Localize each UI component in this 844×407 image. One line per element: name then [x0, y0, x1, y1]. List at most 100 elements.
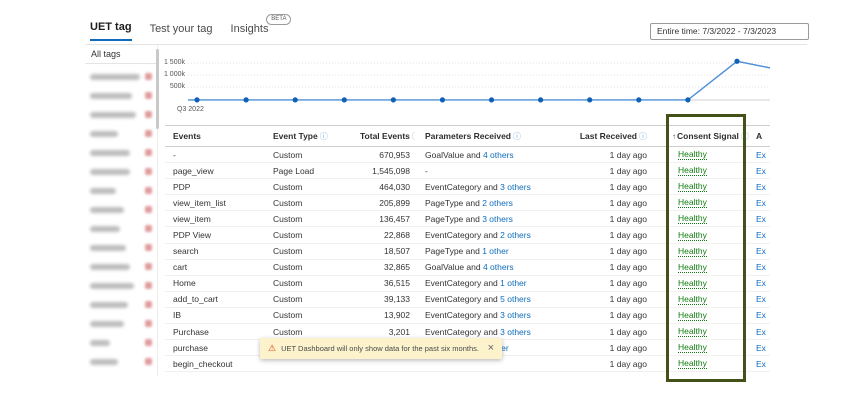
- consent-signal-cell: Healthy: [652, 197, 756, 208]
- sidebar-tag-item[interactable]: [85, 86, 157, 105]
- consent-status-healthy[interactable]: Healthy: [678, 150, 707, 160]
- sidebar-tag-item[interactable]: [85, 333, 157, 352]
- params-others-link[interactable]: 2 others: [500, 230, 531, 240]
- total-events-cell: 205,899: [360, 198, 415, 208]
- data-point: [243, 97, 248, 102]
- consent-status-healthy[interactable]: Healthy: [678, 247, 707, 257]
- blurred-status-mark: [145, 206, 152, 213]
- column-header-a: A: [756, 131, 770, 141]
- sidebar-tag-item[interactable]: [85, 200, 157, 219]
- sidebar-tag-item[interactable]: [85, 295, 157, 314]
- data-point: [293, 97, 298, 102]
- tab-insights[interactable]: InsightsBETA: [231, 23, 269, 41]
- data-point: [636, 97, 641, 102]
- blurred-status-mark: [145, 130, 152, 137]
- action-link[interactable]: Ex: [756, 214, 766, 224]
- consent-status-healthy[interactable]: Healthy: [678, 311, 707, 321]
- params-others-link[interactable]: 1 other: [500, 278, 526, 288]
- blurred-tag-name: [90, 150, 130, 156]
- last-received-cell: 1 day ago: [570, 166, 652, 176]
- action-link[interactable]: Ex: [756, 150, 766, 160]
- data-point: [587, 97, 592, 102]
- info-icon[interactable]: ⓘ: [513, 132, 521, 141]
- params-others-link[interactable]: 3 others: [500, 310, 531, 320]
- action-link[interactable]: Ex: [756, 359, 766, 369]
- sidebar-tag-item[interactable]: [85, 314, 157, 333]
- tab-uet-tag[interactable]: UET tag: [90, 21, 132, 41]
- consent-status-healthy[interactable]: Healthy: [678, 327, 707, 337]
- params-others-link[interactable]: 4 others: [483, 262, 514, 272]
- column-header-parameters-received[interactable]: Parameters Receivedⓘ: [415, 131, 570, 142]
- sidebar-tag-item[interactable]: [85, 257, 157, 276]
- action-link[interactable]: Ex: [756, 327, 766, 337]
- params-others-link[interactable]: 1 other: [482, 246, 508, 256]
- sidebar-tag-item[interactable]: [85, 105, 157, 124]
- action-link[interactable]: Ex: [756, 198, 766, 208]
- consent-status-healthy[interactable]: Healthy: [678, 231, 707, 241]
- action-link[interactable]: Ex: [756, 278, 766, 288]
- sidebar-tag-item[interactable]: [85, 238, 157, 257]
- consent-status-healthy[interactable]: Healthy: [678, 182, 707, 192]
- params-others-link[interactable]: 3 others: [482, 214, 513, 224]
- action-link[interactable]: Ex: [756, 246, 766, 256]
- blurred-status-mark: [145, 320, 152, 327]
- tab-test-your-tag[interactable]: Test your tag: [150, 23, 213, 41]
- consent-status-healthy[interactable]: Healthy: [678, 166, 707, 176]
- column-header-consent-signal[interactable]: ↑Consent Signalⓘ: [652, 131, 756, 142]
- action-link[interactable]: Ex: [756, 230, 766, 240]
- event-name-cell: search: [165, 246, 265, 256]
- column-header-event-type[interactable]: Event Typeⓘ: [265, 131, 360, 142]
- action-link[interactable]: Ex: [756, 182, 766, 192]
- column-header-total-events[interactable]: Total Eventsⓘ: [360, 131, 415, 142]
- sidebar-tag-item[interactable]: [85, 124, 157, 143]
- consent-status-healthy[interactable]: Healthy: [678, 214, 707, 224]
- column-header-last-received[interactable]: Last Receivedⓘ: [570, 131, 652, 142]
- params-others-link[interactable]: 3 others: [500, 182, 531, 192]
- params-others-link[interactable]: 2 others: [482, 198, 513, 208]
- action-link[interactable]: Ex: [756, 262, 766, 272]
- info-icon[interactable]: ⓘ: [320, 132, 328, 141]
- consent-signal-cell: Healthy: [652, 230, 756, 241]
- sidebar-tag-item[interactable]: [85, 162, 157, 181]
- params-others-link[interactable]: 3 others: [500, 327, 531, 337]
- close-icon[interactable]: ×: [488, 343, 494, 354]
- blurred-status-mark: [145, 111, 152, 118]
- sidebar-tag-item[interactable]: [85, 276, 157, 295]
- action-link[interactable]: Ex: [756, 310, 766, 320]
- sidebar-tag-item[interactable]: [85, 143, 157, 162]
- action-link[interactable]: Ex: [756, 166, 766, 176]
- action-link[interactable]: Ex: [756, 343, 766, 353]
- consent-status-healthy[interactable]: Healthy: [678, 343, 707, 353]
- date-range-picker[interactable]: Entire time: 7/3/2022 - 7/3/2023: [650, 23, 809, 40]
- notice-banner: ⚠ UET Dashboard will only show data for …: [260, 338, 502, 359]
- params-others-link[interactable]: 5 others: [500, 294, 531, 304]
- params-prefix: PageType and: [425, 246, 482, 256]
- sidebar-tag-item[interactable]: [85, 219, 157, 238]
- actions-cell: Ex: [756, 230, 770, 240]
- consent-status-healthy[interactable]: Healthy: [678, 263, 707, 273]
- event-name-cell: Home: [165, 278, 265, 288]
- last-received-cell: 1 day ago: [570, 262, 652, 272]
- actions-cell: Ex: [756, 310, 770, 320]
- info-icon[interactable]: ⓘ: [741, 132, 749, 141]
- params-prefix: PageType and: [425, 198, 482, 208]
- parameters-cell: EventCategory and 3 others: [415, 182, 570, 192]
- column-header-events: Events: [165, 131, 265, 141]
- sidebar-tag-item[interactable]: [85, 352, 157, 371]
- consent-status-healthy[interactable]: Healthy: [678, 198, 707, 208]
- consent-status-healthy[interactable]: Healthy: [678, 295, 707, 305]
- column-label: Last Received: [580, 131, 637, 141]
- info-icon[interactable]: ⓘ: [639, 132, 647, 141]
- params-others-link[interactable]: 4 others: [483, 150, 514, 160]
- action-link[interactable]: Ex: [756, 294, 766, 304]
- sidebar-item-all-tags[interactable]: All tags: [85, 45, 157, 64]
- blurred-status-mark: [145, 282, 152, 289]
- consent-status-healthy[interactable]: Healthy: [678, 359, 707, 369]
- consent-status-healthy[interactable]: Healthy: [678, 279, 707, 289]
- column-label: A: [756, 131, 762, 141]
- column-label: Parameters Received: [425, 131, 511, 141]
- sidebar-tag-item[interactable]: [85, 67, 157, 86]
- event-type-cell: Custom: [265, 182, 360, 192]
- column-label: Event Type: [273, 131, 318, 141]
- sidebar-tag-item[interactable]: [85, 181, 157, 200]
